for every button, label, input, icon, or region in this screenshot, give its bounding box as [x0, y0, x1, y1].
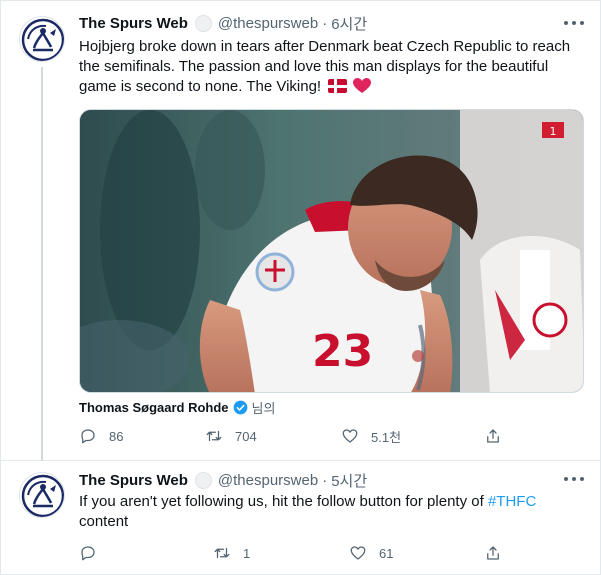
media-credit-suffix: 님의	[251, 400, 276, 416]
tweet-body-end: content	[79, 513, 129, 530]
heart-icon	[350, 546, 366, 560]
verified-badge-icon	[233, 400, 247, 414]
like-count: 5.1천	[371, 429, 402, 445]
retweet-count: 1	[243, 545, 251, 561]
timestamp[interactable]: 5시간	[331, 470, 367, 491]
retweet-icon	[214, 547, 230, 559]
reply-icon	[81, 546, 95, 561]
profile-badge-icon	[194, 471, 212, 489]
retweet-icon	[206, 430, 222, 442]
svg-text:23: 23	[312, 326, 373, 377]
reply-icon	[81, 429, 95, 444]
reply-count: 86	[109, 428, 124, 444]
svg-text:1: 1	[550, 125, 557, 138]
red-heart-icon	[353, 78, 372, 93]
avatar[interactable]	[19, 16, 65, 62]
share-button[interactable]	[484, 543, 502, 563]
thread-line	[41, 67, 43, 461]
retweet-button[interactable]: 1	[213, 543, 250, 563]
like-button[interactable]: 61	[349, 543, 393, 563]
media-caption: Thomas Søgaard Rohde 님의	[79, 398, 275, 416]
author-handle[interactable]: @thespursweb	[218, 472, 318, 489]
media-credit-name[interactable]: Thomas Søgaard Rohde	[79, 400, 229, 415]
retweet-button[interactable]: 704	[205, 426, 257, 446]
tweet-media-video[interactable]: 1 23	[79, 109, 584, 393]
tweet-actions: 1 61	[79, 543, 509, 563]
separator: ·	[322, 471, 328, 489]
tweet-text: If you aren't yet following us, hit the …	[79, 492, 584, 532]
tweet-actions: 86 704 5.1천	[79, 426, 509, 446]
tweet-text: Hojbjerg broke down in tears after Denma…	[79, 37, 584, 97]
timeline: The Spurs Web @thespursweb · 6시간 Hojbjer…	[0, 0, 601, 575]
tweet-header: The Spurs Web @thespursweb · 6시간	[79, 13, 367, 33]
reply-button[interactable]: 86	[79, 426, 123, 446]
tweet[interactable]: The Spurs Web @thespursweb · 5시간 If you …	[1, 461, 601, 575]
retweet-count: 704	[235, 428, 257, 444]
tweet-body: Hojbjerg broke down in tears after Denma…	[79, 38, 571, 95]
share-icon	[487, 546, 499, 560]
hashtag-link[interactable]: #THFC	[488, 493, 536, 510]
author-handle[interactable]: @thespursweb	[218, 15, 318, 32]
share-button[interactable]	[484, 426, 502, 446]
spurs-logo-icon	[21, 18, 64, 61]
heart-icon	[342, 429, 358, 443]
tweet[interactable]: The Spurs Web @thespursweb · 6시간 Hojbjer…	[1, 1, 601, 461]
author-name[interactable]: The Spurs Web	[79, 15, 188, 32]
tweet-header: The Spurs Web @thespursweb · 5시간	[79, 470, 367, 490]
like-button[interactable]: 5.1천	[341, 426, 401, 446]
avatar[interactable]	[19, 472, 65, 518]
profile-badge-icon	[194, 14, 212, 32]
more-options-icon[interactable]	[564, 471, 584, 487]
share-icon	[487, 429, 499, 443]
flag-denmark-icon	[328, 79, 348, 93]
like-count: 61	[379, 545, 394, 561]
tweet-body: If you aren't yet following us, hit the …	[79, 493, 488, 510]
spurs-logo-icon	[21, 474, 64, 517]
media-image: 1 23	[80, 110, 583, 392]
author-name[interactable]: The Spurs Web	[79, 472, 188, 489]
timestamp[interactable]: 6시간	[331, 13, 367, 34]
separator: ·	[322, 14, 328, 32]
more-options-icon[interactable]	[564, 15, 584, 31]
reply-button[interactable]	[79, 543, 109, 563]
